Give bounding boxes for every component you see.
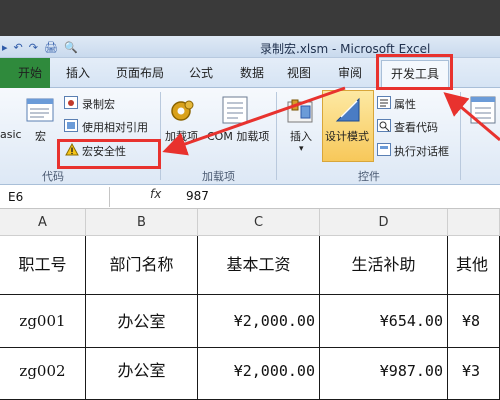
- qat-dropdown-icon[interactable]: ▸: [2, 41, 8, 54]
- record-macro-button[interactable]: 录制宏: [82, 96, 115, 112]
- table-cell[interactable]: 办公室: [86, 348, 198, 400]
- group-separator: [460, 92, 461, 180]
- column-header-d[interactable]: D: [320, 209, 448, 236]
- print-icon[interactable]: 🖨: [44, 41, 58, 54]
- design-mode-icon: [335, 97, 360, 122]
- view-code-icon: [377, 119, 391, 132]
- group-name-controls: 控件: [358, 170, 380, 183]
- column-header-a[interactable]: A: [0, 209, 86, 236]
- column-header-e[interactable]: [448, 209, 500, 236]
- table-header-cell[interactable]: 生活补助: [320, 236, 448, 295]
- table-cell[interactable]: ¥8: [448, 295, 500, 348]
- macros-icon: [26, 98, 54, 122]
- formula-input[interactable]: 987: [186, 189, 209, 203]
- properties-icon: [377, 96, 391, 109]
- table-cell[interactable]: ¥2,000.00: [198, 348, 320, 400]
- properties-button[interactable]: 属性: [394, 96, 416, 112]
- preview-icon[interactable]: 🔍: [64, 41, 78, 54]
- name-box[interactable]: E6: [0, 187, 110, 207]
- undo-icon[interactable]: ↶: [14, 41, 23, 54]
- table-header-cell[interactable]: 职工号: [0, 236, 86, 295]
- group-name-addins: 加载项: [202, 170, 235, 183]
- redo-icon[interactable]: ↷: [29, 41, 38, 54]
- tab-home[interactable]: 开始: [18, 64, 42, 81]
- quick-access-toolbar: ▸ ↶ ↷ 🖨 🔍: [2, 38, 78, 56]
- formula-bar: E6 fx 987: [0, 185, 500, 209]
- table-cell[interactable]: ¥654.00: [320, 295, 448, 348]
- top-dark-strip: [0, 0, 500, 36]
- table-cell[interactable]: zg002: [0, 348, 86, 400]
- ribbon-developer: asic 宏 录制宏 使用相对引用 宏安全性 代码 加载项 COM 加载项 加载…: [0, 88, 500, 185]
- column-header-c[interactable]: C: [198, 209, 320, 236]
- addins-gear-icon: [171, 100, 194, 121]
- developer-tab-highlight: [376, 54, 453, 90]
- chevron-down-icon[interactable]: ▾: [299, 144, 304, 154]
- tab-page-layout[interactable]: 页面布局: [116, 64, 164, 81]
- view-code-button[interactable]: 查看代码: [394, 119, 438, 135]
- xml-source-icon: [470, 96, 496, 124]
- insert-controls-icon: [287, 99, 313, 123]
- group-name-code: 代码: [42, 170, 64, 183]
- addins-button[interactable]: 加载项: [165, 128, 198, 144]
- design-mode-label[interactable]: 设计模式: [325, 128, 369, 144]
- tab-data[interactable]: 数据: [240, 64, 264, 81]
- com-addins-button[interactable]: COM 加载项: [207, 128, 269, 144]
- column-header-b[interactable]: B: [86, 209, 198, 236]
- table-cell[interactable]: 办公室: [86, 295, 198, 348]
- tab-insert[interactable]: 插入: [66, 64, 90, 81]
- record-macro-icon: [64, 96, 78, 109]
- table-header-cell[interactable]: 部门名称: [86, 236, 198, 295]
- table-cell[interactable]: ¥987.00: [320, 348, 448, 400]
- group-separator: [276, 92, 277, 180]
- relative-refs-button[interactable]: 使用相对引用: [82, 119, 148, 135]
- fx-icon[interactable]: fx: [150, 187, 161, 201]
- run-dialog-button[interactable]: 执行对话框: [394, 143, 449, 159]
- table-cell[interactable]: ¥3: [448, 348, 500, 400]
- table-header-cell[interactable]: 基本工资: [198, 236, 320, 295]
- run-dialog-icon: [377, 143, 391, 156]
- tab-view[interactable]: 视图: [287, 64, 311, 81]
- tab-review[interactable]: 审阅: [338, 64, 362, 81]
- relative-refs-icon: [64, 119, 78, 132]
- com-addins-icon: [222, 96, 248, 124]
- table-cell[interactable]: zg001: [0, 295, 86, 348]
- table-cell[interactable]: ¥2,000.00: [198, 295, 320, 348]
- insert-controls-button[interactable]: 插入: [290, 128, 312, 144]
- table-header-cell[interactable]: 其他: [448, 236, 500, 295]
- visual-basic-button[interactable]: asic: [0, 128, 22, 141]
- macros-button[interactable]: 宏: [35, 128, 46, 144]
- macro-security-highlight: [57, 139, 161, 169]
- tab-formulas[interactable]: 公式: [189, 64, 213, 81]
